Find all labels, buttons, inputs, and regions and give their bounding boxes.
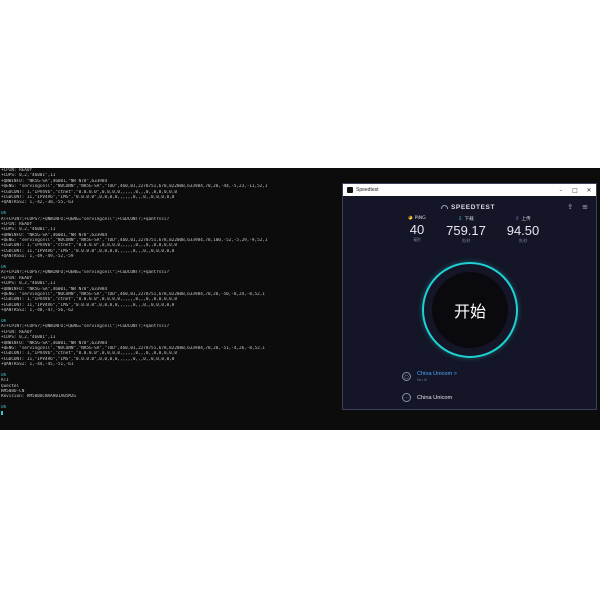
download-unit: 兆/秒 bbox=[461, 238, 471, 243]
upload-label: 上传 bbox=[521, 217, 531, 222]
minimize-icon[interactable]: – bbox=[554, 184, 568, 196]
text-cursor bbox=[1, 410, 3, 415]
speedtest-logo: SPEEDTEST bbox=[441, 202, 495, 212]
ping-header: ◕ PING bbox=[399, 215, 435, 222]
window-title: Speedtest bbox=[356, 187, 379, 193]
download-value: 759.17 bbox=[446, 223, 486, 238]
app-icon bbox=[347, 187, 353, 193]
go-label: 开始 bbox=[453, 302, 486, 321]
title-bar[interactable]: Speedtest – □ ✕ bbox=[343, 184, 596, 196]
upload-metric: ⇧ 上传 94.50 兆/秒 bbox=[503, 216, 543, 244]
upload-value: 94.50 bbox=[506, 223, 540, 238]
toolbar-icons: ⇪ ≡ bbox=[567, 203, 588, 211]
close-icon[interactable]: ✕ bbox=[582, 184, 596, 196]
speedtest-window: Speedtest – □ ✕ SPEEDTEST ⇪ ≡ ◕ PING 40 … bbox=[342, 183, 597, 410]
download-header: ⇩ 下载 bbox=[443, 216, 489, 222]
globe-icon: ◯ bbox=[402, 372, 411, 381]
ping-metric: ◕ PING 40 毫秒 bbox=[399, 216, 435, 243]
server-selector[interactable]: ⋯ China Unicom bbox=[402, 393, 452, 402]
isp-selector[interactable]: ◯ China Unicom > Wu Xi bbox=[402, 371, 457, 382]
server-icon: ⋯ bbox=[402, 393, 411, 402]
go-button[interactable]: 开始 bbox=[422, 262, 518, 358]
window-controls: – □ ✕ bbox=[554, 184, 596, 196]
upload-icon: ⇧ bbox=[515, 215, 520, 222]
brand-name: SPEEDTEST bbox=[451, 203, 496, 211]
go-button-inner: 开始 bbox=[432, 272, 508, 348]
server-name[interactable]: China Unicom bbox=[417, 395, 452, 401]
speedometer-icon bbox=[441, 205, 448, 209]
upload-header: ⇧ 上传 bbox=[503, 216, 543, 222]
chevron-right-icon: > bbox=[453, 371, 457, 377]
isp-location: Wu Xi bbox=[417, 378, 428, 382]
ping-icon: ◕ bbox=[408, 215, 413, 221]
settings-sliders-icon[interactable]: ≡ bbox=[582, 203, 588, 211]
terminal-cursor-line bbox=[1, 410, 339, 416]
isp-text: China Unicom > Wu Xi bbox=[417, 371, 457, 382]
ping-value: 40 bbox=[409, 222, 425, 237]
download-label: 下载 bbox=[464, 217, 474, 222]
upload-unit: 兆/秒 bbox=[518, 238, 528, 243]
isp-name[interactable]: China Unicom > bbox=[417, 371, 457, 377]
maximize-icon[interactable]: □ bbox=[568, 184, 582, 196]
ping-unit: 毫秒 bbox=[413, 237, 421, 242]
ping-label: PING bbox=[414, 216, 426, 221]
terminal-output: +CPIN: READY +COPS: 0,2,"46001",11 +QNWINF… bbox=[1, 168, 339, 416]
download-metric: ⇩ 下载 759.17 兆/秒 bbox=[443, 216, 489, 244]
share-icon[interactable]: ⇪ bbox=[567, 203, 573, 211]
download-icon: ⇩ bbox=[458, 215, 463, 222]
